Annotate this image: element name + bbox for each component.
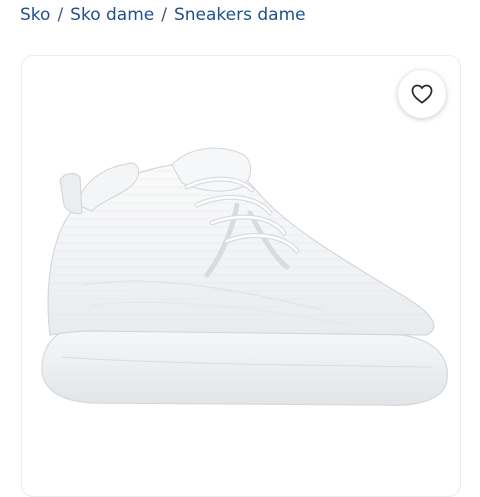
- favorite-button[interactable]: [398, 70, 446, 118]
- breadcrumb-separator: /: [161, 5, 167, 25]
- breadcrumb-separator: /: [57, 5, 64, 25]
- breadcrumb-link-sneakers-dame[interactable]: Sneakers dame: [174, 5, 306, 25]
- heart-outline-icon: [411, 84, 433, 104]
- breadcrumb: Sko / Sko dame / Sneakers dame: [20, 2, 306, 28]
- white-sneaker-image: [41, 147, 448, 406]
- breadcrumb-link-sko-dame[interactable]: Sko dame: [70, 5, 154, 25]
- breadcrumb-link-sko[interactable]: Sko: [20, 5, 50, 25]
